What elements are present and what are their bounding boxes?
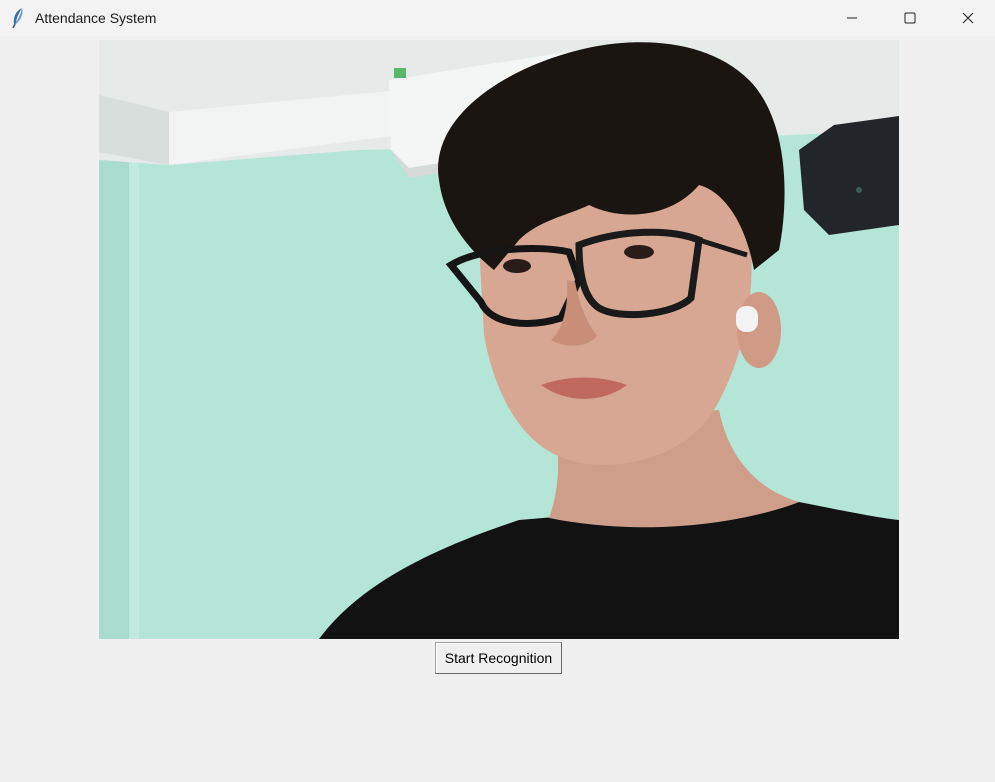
- minimize-icon: [847, 17, 857, 19]
- minimize-button[interactable]: [823, 0, 881, 36]
- close-button[interactable]: [939, 0, 995, 36]
- title-bar[interactable]: Attendance System: [0, 0, 995, 36]
- start-recognition-button[interactable]: Start Recognition: [435, 642, 562, 674]
- close-icon: [962, 12, 974, 24]
- maximize-button[interactable]: [881, 0, 939, 36]
- camera-feed: [99, 40, 899, 639]
- window-title: Attendance System: [35, 10, 157, 26]
- maximize-icon: [904, 12, 916, 24]
- webcam-frame-image: [99, 40, 899, 639]
- feather-icon: [10, 7, 26, 29]
